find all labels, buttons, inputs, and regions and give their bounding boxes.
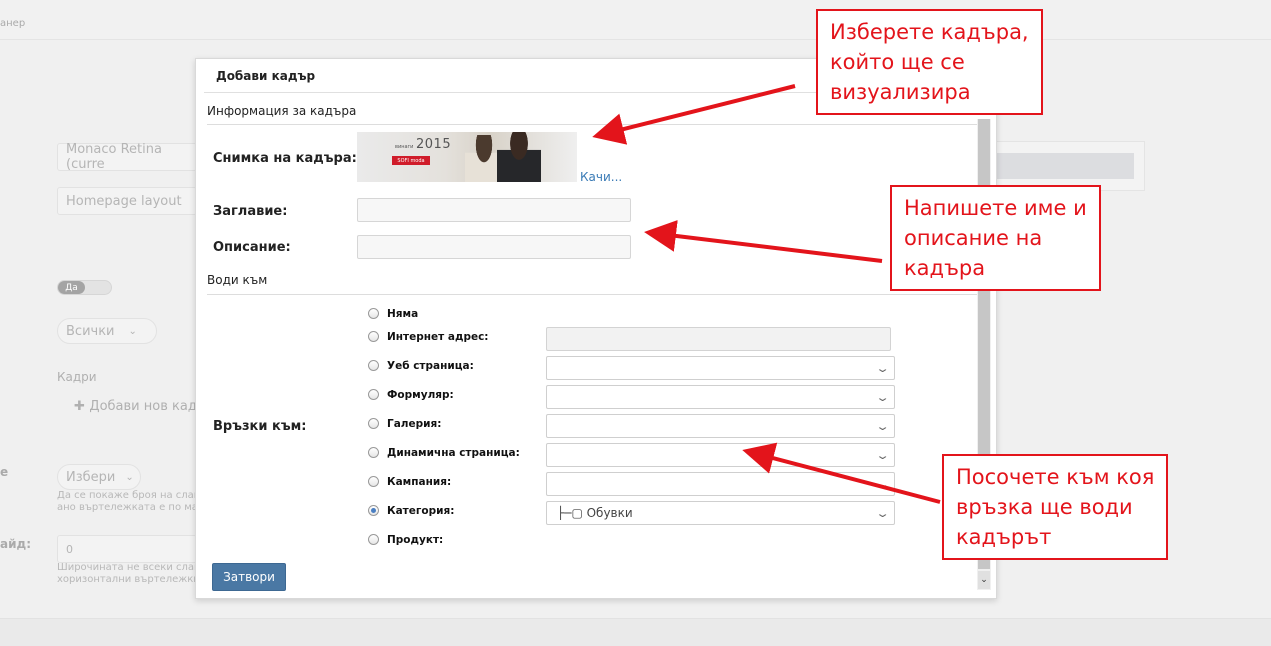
radio-label-campaign: Кампания: xyxy=(387,476,452,488)
title-input[interactable] xyxy=(357,198,631,222)
radio-gallery[interactable] xyxy=(368,418,379,429)
radio-label-webpage: Уеб страница: xyxy=(387,360,474,372)
chevron-down-icon: ⌄ xyxy=(875,362,890,375)
side-label-2: айд: xyxy=(0,537,31,551)
category-select[interactable]: ├─▢ Обувки ⌄ xyxy=(546,501,895,525)
section-links-title: Води към xyxy=(207,273,268,287)
radio-category[interactable] xyxy=(368,505,379,516)
chevron-down-icon: ⌄ xyxy=(875,507,890,520)
add-frame-dialog: Добави кадър Информация за кадъра Снимка… xyxy=(195,58,997,599)
close-button[interactable]: Затвори xyxy=(212,563,286,591)
hint-text: Да се покаже броя на слайд xyxy=(57,490,208,501)
image-year: 2015 xyxy=(416,137,452,152)
campaign-select[interactable]: ⌄ xyxy=(546,472,895,496)
scroll-down-arrow-icon[interactable]: ⌄ xyxy=(978,571,990,589)
image-badge: SOFI moda xyxy=(392,156,430,165)
model-man xyxy=(497,132,541,182)
add-frame-label: Добави нов кадъ xyxy=(89,399,206,414)
layout-field-value: Homepage layout xyxy=(66,193,182,209)
callout-link-target: Посочете към коя връзка ще води кадърът xyxy=(942,454,1169,560)
radio-label-dynamic-page: Динамична страница: xyxy=(387,447,520,459)
callout-select-frame: Изберете кадъра, който ще се визуализира xyxy=(816,9,1043,115)
callout-line: кадърът xyxy=(956,525,1052,549)
side-label-1: е xyxy=(0,465,9,479)
gallery-select[interactable]: ⌄ xyxy=(546,414,895,438)
divider xyxy=(207,124,977,125)
radio-label-category: Категория: xyxy=(387,505,455,517)
divider xyxy=(207,294,977,295)
radio-form[interactable] xyxy=(368,389,379,400)
section-info-title: Информация за кадъра xyxy=(207,104,357,118)
radio-label-gallery: Галерия: xyxy=(387,418,442,430)
url-input[interactable] xyxy=(546,327,891,351)
callout-line: Напишете име и xyxy=(904,196,1087,220)
hint-text: Широчината не всеки слайд xyxy=(57,562,208,573)
category-select-value: ├─▢ Обувки xyxy=(557,506,633,520)
radio-product[interactable] xyxy=(368,534,379,545)
side-select[interactable]: Избери ⌄ xyxy=(57,464,141,490)
radio-webpage[interactable] xyxy=(368,360,379,371)
toggle-on-label: Да xyxy=(58,281,85,294)
enabled-toggle[interactable]: Да xyxy=(57,280,112,295)
callout-line: връзка ще води xyxy=(956,495,1133,519)
layout-field[interactable]: Homepage layout xyxy=(57,187,197,215)
breadcrumb[interactable]: анер xyxy=(0,18,25,29)
side-select-value: Избери xyxy=(66,469,116,485)
radio-label-none: Няма xyxy=(387,308,419,320)
chevron-down-icon: ⌄ xyxy=(128,325,137,337)
form-select[interactable]: ⌄ xyxy=(546,385,895,409)
radio-dynamic-page[interactable] xyxy=(368,447,379,458)
radio-campaign[interactable] xyxy=(368,476,379,487)
right-panel-bar xyxy=(995,153,1134,179)
slide-width-value: 0 xyxy=(66,542,73,556)
chevron-down-icon: ⌄ xyxy=(875,478,890,491)
dynamic-page-select[interactable]: ⌄ xyxy=(546,443,895,467)
radio-none[interactable] xyxy=(368,308,379,319)
callout-line: описание на xyxy=(904,226,1043,250)
hint-text: хоризонтални въртележки! xyxy=(57,574,204,585)
radio-label-url: Интернет адрес: xyxy=(387,331,489,343)
theme-field-value: Monaco Retina (curre xyxy=(66,142,162,172)
callout-line: кадъра xyxy=(904,256,986,280)
callout-name-description: Напишете име и описание на кадъра xyxy=(890,185,1101,291)
radio-label-product: Продукт: xyxy=(387,534,444,546)
upload-link[interactable]: Качи... xyxy=(580,170,622,184)
chevron-down-icon: ⌄ xyxy=(875,449,890,462)
callout-line: визуализира xyxy=(830,80,971,104)
chevron-down-icon: ⌄ xyxy=(875,420,890,433)
theme-field[interactable]: Monaco Retina (curre xyxy=(57,142,197,172)
add-frame-button[interactable]: ✚ Добави нов кадъ xyxy=(74,399,206,414)
frames-label: Кадри xyxy=(57,370,97,384)
image-label: Снимка на кадъра: xyxy=(213,151,357,166)
dialog-title: Добави кадър xyxy=(216,69,316,83)
chevron-down-icon: ⌄ xyxy=(875,391,890,404)
links-label: Връзки към: xyxy=(213,419,307,434)
page-footer xyxy=(0,618,1271,646)
hint-text: ано въртележката е по малк xyxy=(57,502,211,513)
title-label: Заглавие: xyxy=(213,204,288,219)
description-label: Описание: xyxy=(213,240,291,255)
chevron-down-icon: ⌄ xyxy=(125,471,134,483)
radio-label-form: Формуляр: xyxy=(387,389,454,401)
webpage-select[interactable]: ⌄ xyxy=(546,356,895,380)
description-input[interactable] xyxy=(357,235,631,259)
callout-line: Посочете към коя xyxy=(956,465,1155,489)
plus-icon: ✚ xyxy=(74,399,90,414)
slide-width-input[interactable]: 0 xyxy=(57,535,197,563)
image-tagline: винаги xyxy=(395,144,414,150)
callout-line: който ще се xyxy=(830,50,965,74)
filter-select-value: Всички xyxy=(66,323,115,339)
filter-select[interactable]: Всички ⌄ xyxy=(57,318,157,344)
callout-line: Изберете кадъра, xyxy=(830,20,1029,44)
frame-image[interactable]: винаги 2015 SOFI moda xyxy=(357,132,577,182)
top-bar: анер xyxy=(0,0,1271,40)
radio-url[interactable] xyxy=(368,331,379,342)
